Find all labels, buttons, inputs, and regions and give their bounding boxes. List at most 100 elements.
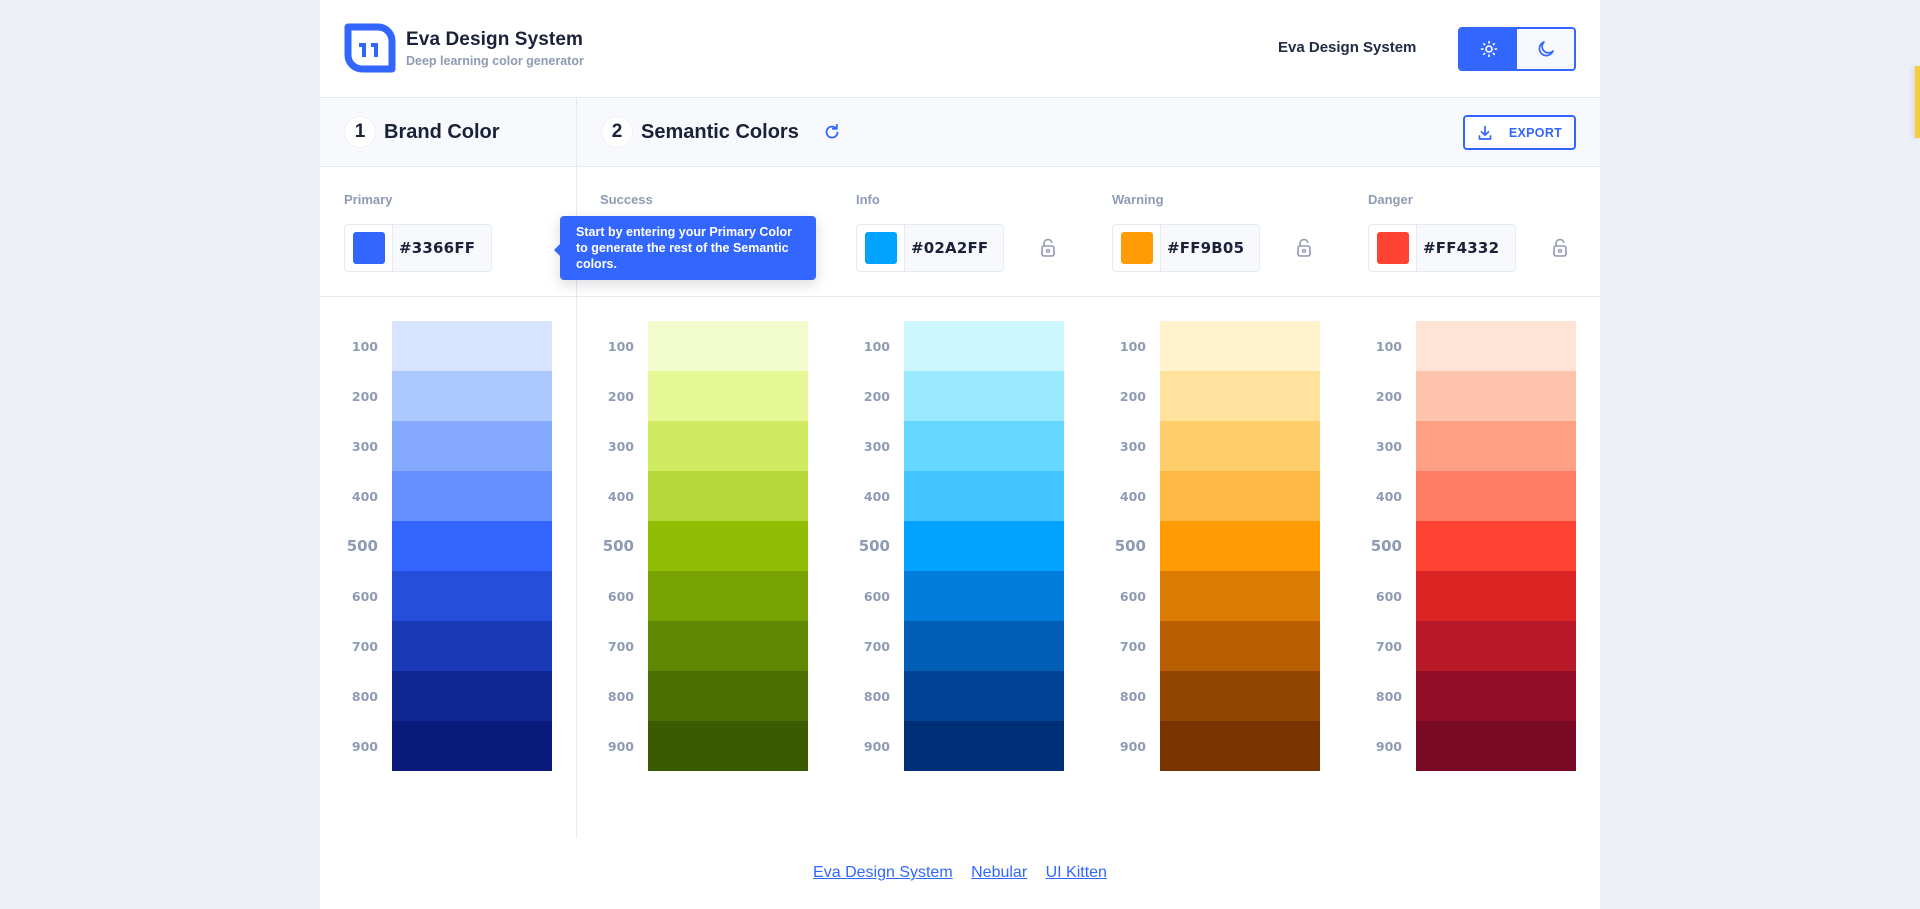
info-shade-400[interactable] [904,471,1064,521]
shade-label: 100 [351,339,378,354]
row-divider [320,296,1600,297]
primary-shade-300[interactable] [392,421,552,471]
warning-shade-700[interactable] [1160,621,1320,671]
footer-link-eva[interactable]: Eva Design System [813,864,953,881]
shade-label: 400 [1119,489,1146,504]
warning-color-chip [1120,232,1153,264]
success-shade-600[interactable] [648,571,808,621]
footer-link-nebular[interactable]: Nebular [971,864,1027,881]
export-button[interactable]: EXPORT [1463,115,1576,150]
warning-shade-400[interactable] [1160,471,1320,521]
danger-color-input[interactable]: #FF4332 [1368,224,1516,272]
shade-label: 900 [607,739,634,754]
sun-icon [1480,40,1497,58]
warning-palette [1160,321,1320,771]
warning-shade-900[interactable] [1160,721,1320,771]
danger-shade-500[interactable] [1416,521,1576,571]
footer-link-ui-kitten[interactable]: UI Kitten [1046,864,1107,881]
warning-shade-800[interactable] [1160,671,1320,721]
danger-shade-400[interactable] [1416,471,1576,521]
success-shade-700[interactable] [648,621,808,671]
info-shade-500[interactable] [904,521,1064,571]
warning-shade-300[interactable] [1160,421,1320,471]
primary-shade-100[interactable] [392,321,552,371]
danger-hex-value[interactable]: #FF4332 [1417,225,1515,271]
success-shade-200[interactable] [648,371,808,421]
danger-shade-200[interactable] [1416,371,1576,421]
warning-shade-100[interactable] [1160,321,1320,371]
shade-label: 200 [607,389,634,404]
primary-shade-800[interactable] [392,671,552,721]
danger-color-picker[interactable] [1369,225,1417,271]
primary-shade-200[interactable] [392,371,552,421]
info-color-picker[interactable] [857,225,905,271]
danger-shade-600[interactable] [1416,571,1576,621]
shade-label: 900 [1119,739,1146,754]
shade-label: 700 [607,639,634,654]
unlock-icon[interactable] [1039,238,1057,258]
danger-shade-800[interactable] [1416,671,1576,721]
shade-label: 600 [607,589,634,604]
info-shade-300[interactable] [904,421,1064,471]
shade-label: 900 [1375,739,1402,754]
primary-hex-value[interactable]: #3366FF [393,225,491,271]
primary-color-picker[interactable] [345,225,393,271]
unlock-icon[interactable] [1295,238,1313,258]
danger-shade-100[interactable] [1416,321,1576,371]
step-number: 2 [601,116,633,148]
warning-color-picker[interactable] [1113,225,1161,271]
info-shade-700[interactable] [904,621,1064,671]
primary-shade-700[interactable] [392,621,552,671]
warning-shade-600[interactable] [1160,571,1320,621]
primary-shade-600[interactable] [392,571,552,621]
primary-palette [392,321,552,771]
primary-shade-500[interactable] [392,521,552,571]
shade-label: 700 [351,639,378,654]
shade-label: 100 [863,339,890,354]
success-shade-500[interactable] [648,521,808,571]
header-eva-link[interactable]: Eva Design System [1278,39,1416,56]
primary-shade-900[interactable] [392,721,552,771]
app-header: Eva Design System Deep learning color ge… [320,0,1600,98]
shade-label: 100 [607,339,634,354]
success-shade-100[interactable] [648,321,808,371]
danger-shade-700[interactable] [1416,621,1576,671]
info-shade-600[interactable] [904,571,1064,621]
success-shade-900[interactable] [648,721,808,771]
info-color-chip [864,232,897,264]
danger-shade-900[interactable] [1416,721,1576,771]
success-shade-300[interactable] [648,421,808,471]
info-shade-100[interactable] [904,321,1064,371]
step-semantic-colors: 2 Semantic Colors [601,116,841,148]
shade-label: 200 [351,389,378,404]
info-palette [904,321,1064,771]
warning-shade-200[interactable] [1160,371,1320,421]
shade-label: 500 [858,537,890,555]
info-shade-800[interactable] [904,671,1064,721]
success-shade-400[interactable] [648,471,808,521]
theme-toggle[interactable] [1458,27,1576,71]
info-hex-value[interactable]: #02A2FF [905,225,1003,271]
warning-shade-500[interactable] [1160,521,1320,571]
step-brand-color: 1 Brand Color [344,116,500,148]
shade-label: 500 [1114,537,1146,555]
dark-theme-button[interactable] [1517,29,1574,69]
shade-label: 400 [351,489,378,504]
primary-color-input[interactable]: #3366FF [344,224,492,272]
unlock-icon[interactable] [1551,238,1569,258]
info-shade-900[interactable] [904,721,1064,771]
success-shade-800[interactable] [648,671,808,721]
shade-label: 800 [607,689,634,704]
warning-hex-value[interactable]: #FF9B05 [1161,225,1259,271]
primary-shade-400[interactable] [392,471,552,521]
info-color-input[interactable]: #02A2FF [856,224,1004,272]
light-theme-button[interactable] [1460,29,1517,69]
danger-shade-300[interactable] [1416,421,1576,471]
steps-band: 1 Brand Color 2 Semantic Colors EXPORT [320,98,1600,167]
side-feedback-tab[interactable] [1915,66,1920,138]
warning-color-input[interactable]: #FF9B05 [1112,224,1260,272]
export-label: EXPORT [1508,125,1563,140]
app-title: Eva Design System [406,29,584,50]
refresh-icon[interactable] [823,123,841,141]
info-shade-200[interactable] [904,371,1064,421]
